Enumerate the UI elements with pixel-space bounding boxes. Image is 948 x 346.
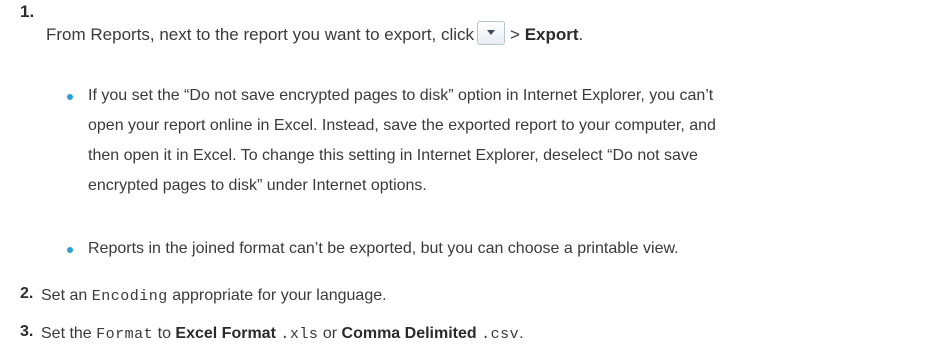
chevron-down-icon (487, 30, 496, 35)
step-number: 1. (20, 2, 35, 21)
step-text-end: . (519, 325, 524, 342)
step-text-end: appropriate for your language. (172, 287, 387, 304)
step-text: Set the Format to Excel Format .xls or C… (41, 323, 524, 346)
bullet-line: If you set the “Do not save encrypted pa… (88, 87, 714, 104)
bullet-text: Reports in the joined format can’t be ex… (88, 234, 948, 264)
step-text: Set an Encoding appropriate for your lan… (41, 285, 387, 308)
step-text-lead: From Reports, next to the report you wan… (46, 25, 475, 44)
document-body: 1. From Reports, next to the report you … (0, 0, 948, 343)
step-number: 3. (20, 323, 34, 340)
bullet-icon (67, 247, 73, 253)
xls-extension: .xls (280, 326, 319, 343)
format-field-name: Format (96, 326, 154, 343)
csv-extension: .csv (481, 326, 520, 343)
bullet-line: then open it in Excel. To change this se… (88, 147, 698, 164)
report-dropdown-button[interactable] (477, 21, 506, 45)
step-text-end: . (578, 25, 584, 44)
bullet-line: encrypted pages to disk” under Internet … (88, 177, 427, 194)
bullet-text: If you set the “Do not save encrypted pa… (88, 81, 948, 201)
encoding-field-name: Encoding (91, 288, 168, 305)
bullet-icon (67, 94, 73, 100)
step-text-mid: to (157, 325, 171, 342)
step-text-lead: Set an (41, 287, 88, 304)
bullet-line: open your report online in Excel. Instea… (88, 117, 716, 134)
bullet-line: Reports in the joined format can’t be ex… (88, 240, 679, 257)
excel-format-option: Excel Format (175, 325, 276, 342)
or-text: or (322, 325, 338, 342)
step-text: From Reports, next to the report you wan… (46, 21, 583, 46)
comma-delimited-option: Comma Delimited (341, 325, 477, 342)
step-number: 2. (20, 285, 34, 302)
menu-separator: > (510, 25, 520, 44)
export-menu-item: Export (524, 25, 579, 44)
step-text-lead: Set the (41, 325, 92, 342)
